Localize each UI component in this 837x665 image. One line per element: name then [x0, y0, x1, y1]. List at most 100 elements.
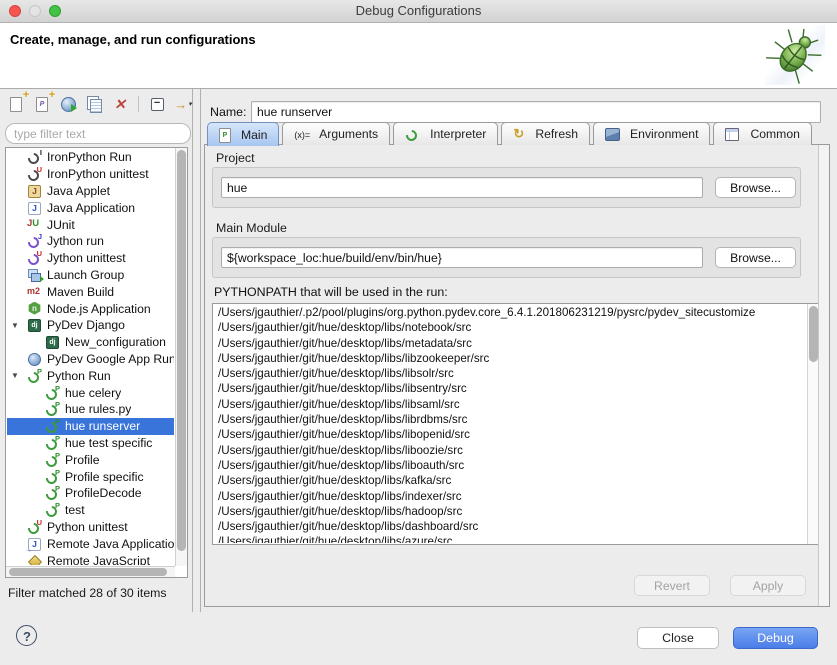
- nodejs-icon: n: [27, 302, 43, 316]
- export-configurations-icon[interactable]: [58, 95, 78, 113]
- dialog-header-title: Create, manage, and run configurations: [10, 32, 256, 47]
- close-button[interactable]: Close: [637, 627, 719, 649]
- tree-item-label: hue runserver: [65, 419, 140, 433]
- duplicate-icon[interactable]: [84, 95, 104, 113]
- revert-button[interactable]: Revert: [634, 575, 710, 596]
- tree-item-jython-run[interactable]: JJython run: [7, 233, 174, 250]
- tree-item-jython-unittest[interactable]: UJython unittest: [7, 250, 174, 267]
- tree-item-label: Java Applet: [47, 184, 110, 198]
- tree-item-node-js-application[interactable]: n Node.js Application: [7, 300, 174, 317]
- tree-item-label: JUnit: [47, 218, 75, 232]
- tree-item-label: hue rules.py: [65, 402, 131, 416]
- common-tab-icon: [725, 127, 741, 141]
- filter-input[interactable]: [5, 123, 191, 144]
- tree-item-label: Remote JavaScript: [47, 554, 150, 565]
- tree-item-new-configuration[interactable]: dj New_configuration: [7, 334, 174, 351]
- tree-item-python-unittest[interactable]: UPython unittest: [7, 519, 174, 536]
- bug-icon: [765, 25, 825, 85]
- help-button[interactable]: ?: [16, 625, 37, 646]
- name-input[interactable]: [251, 101, 821, 123]
- minimize-window-button[interactable]: [29, 5, 41, 17]
- tree-horizontal-scrollbar[interactable]: [6, 566, 175, 577]
- tree-vertical-scrollbar[interactable]: [175, 148, 187, 566]
- tree-item-test[interactable]: Ptest: [7, 502, 174, 519]
- tree-item-python-run[interactable]: ▼PPython Run: [7, 367, 174, 384]
- python-run-icon: P: [45, 453, 61, 467]
- pythonpath-entry: /Users/jgauthier/git/hue/desktop/libs/in…: [214, 489, 806, 504]
- apply-button[interactable]: Apply: [730, 575, 806, 596]
- tree-item-label: ProfileDecode: [65, 486, 142, 500]
- pythonpath-entry: /Users/jgauthier/git/hue/desktop/libs/ka…: [214, 473, 806, 488]
- jython-run-icon: J: [27, 234, 43, 248]
- tab-arguments[interactable]: (x)=Arguments: [282, 122, 390, 145]
- pythonpath-entry: /Users/jgauthier/git/hue/desktop/libs/az…: [214, 534, 806, 543]
- project-browse-button[interactable]: Browse...: [715, 177, 796, 198]
- tab-refresh[interactable]: ↻Refresh: [501, 122, 590, 145]
- tree-item-remote-javascript[interactable]: Remote JavaScript: [7, 552, 174, 565]
- tab-main[interactable]: PMain: [207, 122, 279, 146]
- pydev-django-icon: dj: [45, 335, 61, 349]
- pythonpath-rows: /Users/jgauthier/.p2/pool/plugins/org.py…: [214, 305, 806, 543]
- tree-item-profile[interactable]: PProfile: [7, 451, 174, 468]
- delete-icon[interactable]: ✕: [110, 95, 130, 113]
- tree-item-label: hue celery: [65, 386, 121, 400]
- pythonpath-entry: /Users/jgauthier/git/hue/desktop/libs/li…: [214, 412, 806, 427]
- content-scrollbar[interactable]: [818, 145, 829, 606]
- tree-item-ironpython-unittest[interactable]: UIronPython unittest: [7, 166, 174, 183]
- configuration-editor: Name: PMain(x)=ArgumentsInterpreter↻Refr…: [200, 89, 837, 612]
- tree-item-hue-rules-py[interactable]: Phue rules.py: [7, 401, 174, 418]
- tree-item-ironpython-run[interactable]: IIronPython Run: [7, 149, 174, 166]
- tab-label: Main: [241, 128, 267, 142]
- tree-item-profiledecode[interactable]: PProfileDecode: [7, 485, 174, 502]
- tree-horizontal-scrollbar-thumb[interactable]: [9, 568, 167, 576]
- tree-item-remote-java-application[interactable]: J→Remote Java Application: [7, 535, 174, 552]
- tree-item-label: Node.js Application: [47, 302, 151, 316]
- tree-item-hue-runserver[interactable]: Phue runserver: [7, 418, 174, 435]
- tree-item-label: PyDev Django: [47, 318, 125, 332]
- main-module-input[interactable]: [221, 247, 703, 268]
- main-module-browse-button[interactable]: Browse...: [715, 247, 796, 268]
- project-input[interactable]: [221, 177, 703, 198]
- tree-vertical-scrollbar-thumb[interactable]: [177, 150, 186, 551]
- name-label: Name:: [210, 105, 247, 119]
- tree-item-junit[interactable]: JUJUnit: [7, 216, 174, 233]
- pythonpath-entry: /Users/jgauthier/git/hue/desktop/libs/ha…: [214, 504, 806, 519]
- tree-item-profile-specific[interactable]: PProfile specific: [7, 468, 174, 485]
- close-window-button[interactable]: [9, 5, 21, 17]
- pythonpath-entry: /Users/jgauthier/git/hue/desktop/libs/li…: [214, 351, 806, 366]
- traffic-lights: [9, 5, 61, 17]
- tree-item-label: hue test specific: [65, 436, 152, 450]
- new-configuration-icon[interactable]: +: [6, 95, 26, 113]
- zoom-window-button[interactable]: [49, 5, 61, 17]
- pythonpath-entry: /Users/jgauthier/.p2/pool/plugins/org.py…: [214, 305, 806, 320]
- tree-item-hue-celery[interactable]: Phue celery: [7, 384, 174, 401]
- expand-arrow-icon[interactable]: ▼: [11, 371, 27, 380]
- tree-item-java-application[interactable]: JJava Application: [7, 199, 174, 216]
- tree-item-maven-build[interactable]: m2Maven Build: [7, 283, 174, 300]
- main-module-label: Main Module: [216, 221, 287, 235]
- expand-arrow-icon[interactable]: ▼: [11, 321, 27, 330]
- pythonpath-scrollbar-thumb[interactable]: [809, 306, 818, 362]
- tree-item-pydev-google-app-run[interactable]: PyDev Google App Run: [7, 351, 174, 368]
- tree-item-java-applet[interactable]: JJava Applet: [7, 183, 174, 200]
- pythonpath-entry: /Users/jgauthier/git/hue/desktop/libs/li…: [214, 397, 806, 412]
- new-prototype-icon[interactable]: P+: [32, 95, 52, 113]
- tree-item-pydev-django[interactable]: ▼djPyDev Django: [7, 317, 174, 334]
- pythonpath-entry: /Users/jgauthier/git/hue/desktop/libs/li…: [214, 366, 806, 381]
- tab-label: Common: [750, 127, 799, 141]
- tab-interpreter[interactable]: Interpreter: [393, 122, 498, 145]
- tree-item-hue-test-specific[interactable]: Phue test specific: [7, 435, 174, 452]
- filter-status: Filter matched 28 of 30 items: [8, 586, 167, 600]
- window-title: Debug Configurations: [356, 3, 482, 18]
- debug-button[interactable]: Debug: [733, 627, 818, 649]
- tree-item-label: PyDev Google App Run: [47, 352, 174, 366]
- python-run-icon: P: [45, 419, 61, 433]
- filter-icon[interactable]: →▾: [173, 95, 193, 113]
- tab-environment[interactable]: Environment: [593, 122, 710, 145]
- collapse-all-icon[interactable]: −: [147, 95, 167, 113]
- maven-icon: m2: [27, 285, 43, 299]
- tab-common[interactable]: Common: [713, 122, 811, 145]
- tree-item-label: New_configuration: [65, 335, 166, 349]
- tree-item-launch-group[interactable]: Launch Group: [7, 267, 174, 284]
- interpreter-icon: [405, 127, 421, 141]
